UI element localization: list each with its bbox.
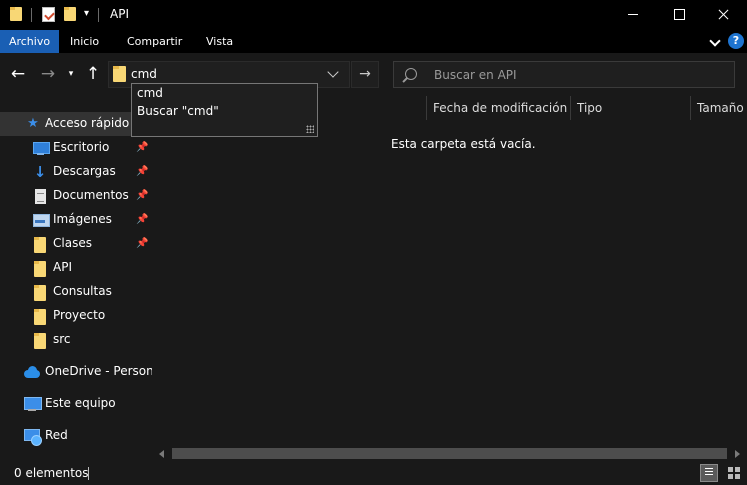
column-divider[interactable] <box>570 96 571 120</box>
sidebar-item-label: Imágenes <box>53 212 112 226</box>
scrollbar-thumb[interactable] <box>172 448 727 459</box>
navigation-bar: ← → ▾ ↑ cmd → <box>0 53 747 96</box>
status-separator <box>88 467 89 480</box>
window-title: API <box>110 7 129 21</box>
folder-icon <box>33 285 47 301</box>
onedrive-icon <box>24 365 40 379</box>
details-view-icon[interactable] <box>700 464 718 482</box>
folder-icon <box>33 261 47 277</box>
sidebar-item-label: Clases <box>53 236 92 250</box>
sidebar-item-label: API <box>53 260 72 274</box>
sidebar-item-label: Proyecto <box>53 308 106 322</box>
autocomplete-item[interactable]: Buscar "cmd" <box>137 104 219 118</box>
large-icons-view-icon[interactable] <box>726 465 742 481</box>
tab-compartir[interactable]: Compartir <box>127 30 182 53</box>
sidebar-item-api[interactable]: API <box>0 256 152 280</box>
address-input[interactable]: cmd <box>131 67 157 81</box>
properties-icon[interactable] <box>42 7 55 22</box>
sidebar-item-imagenes[interactable]: Imágenes 📌 <box>0 208 152 232</box>
download-icon: ↓ <box>33 163 47 181</box>
sidebar-item-descargas[interactable]: ↓ Descargas 📌 <box>0 160 152 184</box>
address-history-dropdown[interactable] <box>318 61 348 88</box>
column-header-date[interactable]: Fecha de modificación <box>433 101 567 115</box>
sidebar-item-label: Red <box>45 428 68 442</box>
status-bar: 0 elementos <box>0 461 747 485</box>
pin-icon[interactable]: 📌 <box>136 166 148 178</box>
sidebar-item-label: OneDrive - Personal <box>45 364 152 378</box>
this-pc-icon <box>24 397 42 411</box>
tab-vista[interactable]: Vista <box>206 30 233 53</box>
quick-access-dropdown-icon[interactable]: ▾ <box>84 8 89 19</box>
folder-icon <box>10 7 22 21</box>
scroll-right-icon[interactable] <box>735 450 740 458</box>
item-count: 0 elementos <box>14 466 89 480</box>
sidebar-item-onedrive[interactable]: OneDrive - Personal <box>0 360 152 384</box>
pin-icon[interactable]: 📌 <box>136 238 148 250</box>
search-box[interactable] <box>393 61 735 88</box>
folder-icon <box>33 309 47 325</box>
resize-grip-icon[interactable] <box>306 125 314 133</box>
maximize-button[interactable] <box>656 0 702 30</box>
sidebar-item-src[interactable]: src <box>0 328 152 352</box>
sidebar-item-escritorio[interactable]: Escritorio 📌 <box>0 136 152 160</box>
sidebar-item-clases[interactable]: Clases 📌 <box>0 232 152 256</box>
separator <box>31 8 32 22</box>
sidebar-item-quick-access[interactable]: ★ Acceso rápido <box>0 112 152 136</box>
autocomplete-item[interactable]: cmd <box>137 86 163 100</box>
file-list[interactable]: Fecha de modificación Tipo Tamaño Esta c… <box>153 96 747 446</box>
star-icon: ★ <box>27 116 39 131</box>
sidebar-item-label: src <box>53 332 71 346</box>
pin-icon[interactable]: 📌 <box>136 142 148 154</box>
pin-icon[interactable]: 📌 <box>136 190 148 202</box>
minimize-button[interactable] <box>610 0 656 30</box>
folder-icon <box>113 66 126 82</box>
navigation-pane: ★ Acceso rápido Escritorio 📌 ↓ Descargas… <box>0 96 152 459</box>
sidebar-item-documentos[interactable]: Documentos 📌 <box>0 184 152 208</box>
column-divider[interactable] <box>426 96 427 120</box>
sidebar-item-label: Acceso rápido <box>45 116 130 130</box>
address-autocomplete: cmd Buscar "cmd" <box>131 83 318 137</box>
column-header-size[interactable]: Tamaño <box>697 101 744 115</box>
go-button[interactable]: → <box>351 61 379 88</box>
separator <box>98 8 99 22</box>
tab-inicio[interactable]: Inicio <box>70 30 99 53</box>
sidebar-item-consultas[interactable]: Consultas <box>0 280 152 304</box>
folder-icon <box>33 237 47 253</box>
recent-locations-button[interactable]: ▾ <box>64 63 78 85</box>
title-bar: ▾ API <box>0 0 747 30</box>
images-icon <box>33 213 50 227</box>
search-icon <box>405 68 417 80</box>
sidebar-item-proyecto[interactable]: Proyecto <box>0 304 152 328</box>
column-divider[interactable] <box>690 96 691 120</box>
folder-icon <box>33 333 47 349</box>
chevron-down-icon[interactable] <box>707 33 723 49</box>
help-icon[interactable]: ? <box>728 33 744 49</box>
horizontal-scrollbar[interactable] <box>153 446 747 461</box>
sidebar-item-red[interactable]: Red <box>0 424 152 448</box>
sidebar-item-label: Escritorio <box>53 140 110 154</box>
up-button[interactable]: ↑ <box>84 63 102 85</box>
column-header-type[interactable]: Tipo <box>577 101 602 115</box>
sidebar-item-este-equipo[interactable]: Este equipo <box>0 392 152 416</box>
sidebar-item-label: Documentos <box>53 188 129 202</box>
tab-archivo[interactable]: Archivo <box>0 30 59 53</box>
sidebar-item-label: Consultas <box>53 284 112 298</box>
search-input[interactable] <box>434 62 724 87</box>
sidebar-item-label: Descargas <box>53 164 116 178</box>
forward-button[interactable]: → <box>38 63 58 85</box>
documents-icon <box>33 189 47 204</box>
ribbon: Archivo Inicio Compartir Vista ? <box>0 30 747 53</box>
desktop-icon <box>33 141 50 155</box>
close-button[interactable] <box>701 0 747 30</box>
new-folder-icon[interactable] <box>64 7 76 21</box>
back-button[interactable]: ← <box>8 63 28 85</box>
scroll-left-icon[interactable] <box>159 450 164 458</box>
sidebar-item-label: Este equipo <box>45 396 116 410</box>
network-icon <box>24 429 42 446</box>
empty-folder-message: Esta carpeta está vacía. <box>391 137 536 151</box>
pin-icon[interactable]: 📌 <box>136 214 148 226</box>
